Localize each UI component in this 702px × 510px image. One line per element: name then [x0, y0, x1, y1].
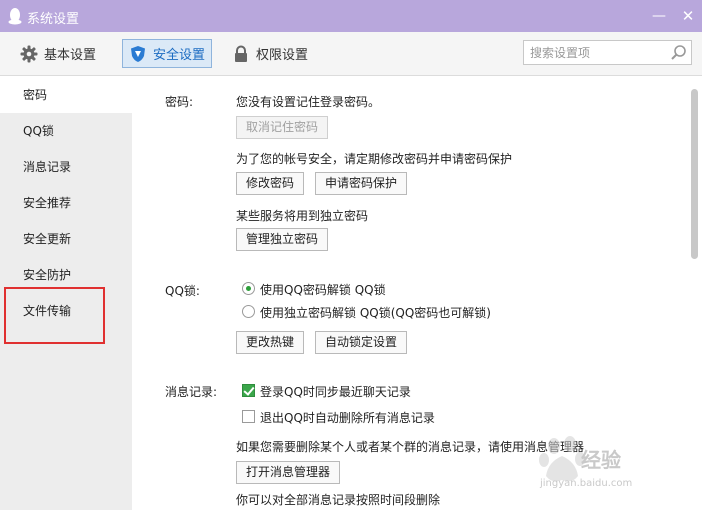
toolbar: 基本设置 安全设置 权限设置 [0, 32, 702, 76]
password-advice-text: 为了您的帐号安全，请定期修改密码并申请密码保护 [236, 152, 513, 166]
tab-label: 权限设置 [256, 48, 309, 63]
sidebar-item-security-recommend[interactable]: 安全推荐 [0, 185, 132, 221]
auto-lock-settings-button[interactable]: 自动锁定设置 [315, 331, 408, 354]
watermark-url: jingyan.baidu.com [540, 478, 633, 489]
delete-on-exit-label: 退出QQ时自动删除所有消息记录 [260, 411, 435, 425]
password-section-label: 密码: [165, 95, 194, 109]
close-button[interactable]: ✕ [680, 8, 696, 24]
tab-basic-settings[interactable]: 基本设置 [20, 39, 96, 68]
window-title: 系统设置 [27, 12, 80, 27]
change-password-button[interactable]: 修改密码 [236, 172, 305, 195]
tab-label: 安全设置 [153, 48, 206, 63]
annotation-highlight-box [4, 287, 105, 344]
qq-lock-independent-password-radio[interactable] [242, 305, 255, 318]
tab-permission-settings[interactable]: 权限设置 [232, 39, 308, 68]
title-bar: 系统设置 — ✕ [0, 0, 702, 32]
open-message-manager-button[interactable]: 打开消息管理器 [236, 461, 341, 484]
password-status-text: 您没有设置记住登录密码。 [236, 95, 381, 109]
qq-lock-qq-password-radio[interactable] [242, 282, 255, 295]
minimize-button[interactable]: — [651, 8, 667, 24]
search-icon[interactable] [670, 44, 687, 61]
lock-icon [232, 45, 250, 63]
scrollbar-thumb[interactable] [691, 89, 698, 259]
delete-on-exit-checkbox[interactable] [242, 410, 255, 423]
tab-label: 基本设置 [44, 48, 97, 63]
sync-recent-chats-checkbox[interactable] [242, 384, 255, 397]
delete-by-period-hint: 你可以对全部消息记录按照时间段删除 [236, 493, 441, 507]
independent-password-hint: 某些服务将用到独立密码 [236, 209, 369, 223]
qq-lock-option-2-label: 使用独立密码解锁 QQ锁(QQ密码也可解锁) [260, 306, 491, 320]
change-hotkey-button[interactable]: 更改热键 [236, 331, 305, 354]
manage-independent-password-button[interactable]: 管理独立密码 [236, 228, 329, 251]
qq-lock-section-label: QQ锁: [165, 284, 200, 298]
sidebar-item-message-history[interactable]: 消息记录 [0, 149, 132, 185]
message-history-section-label: 消息记录: [165, 385, 218, 399]
shield-icon [129, 45, 147, 63]
search-box[interactable] [523, 40, 692, 65]
watermark-text: 经验 [581, 448, 621, 472]
cancel-remember-password-button[interactable]: 取消记住密码 [236, 116, 329, 139]
gear-icon [20, 45, 38, 63]
search-input[interactable] [524, 41, 664, 64]
sidebar-item-security-update[interactable]: 安全更新 [0, 221, 132, 257]
apply-password-protection-button[interactable]: 申请密码保护 [315, 172, 408, 195]
tab-security-settings[interactable]: 安全设置 [122, 39, 212, 68]
sync-recent-chats-label: 登录QQ时同步最近聊天记录 [260, 385, 411, 399]
sidebar-item-password[interactable]: 密码 [0, 77, 132, 113]
sidebar-item-qq-lock[interactable]: QQ锁 [0, 113, 132, 149]
qq-penguin-icon [8, 8, 22, 25]
qq-lock-option-1-label: 使用QQ密码解锁 QQ锁 [260, 283, 386, 297]
